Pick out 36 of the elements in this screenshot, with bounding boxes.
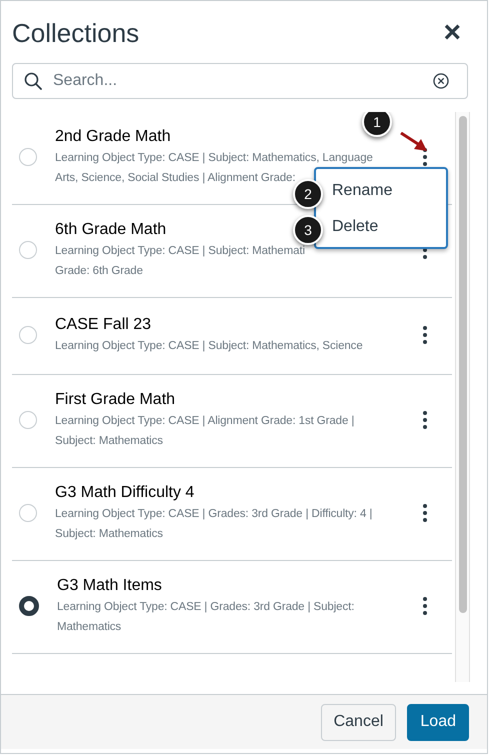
clear-icon[interactable] xyxy=(433,73,449,89)
collection-details: Subject: Mathematics xyxy=(55,527,163,542)
collection-title: 6th Grade Math xyxy=(55,220,166,240)
callout-badge: 1 xyxy=(362,112,392,137)
scrollbar[interactable] xyxy=(455,112,470,682)
collection-title: CASE Fall 23 xyxy=(55,315,152,335)
collection-details: Learning Object Type: CASE | Subject: Mathemati xyxy=(55,244,305,259)
collection-title: First Grade Math xyxy=(55,390,176,410)
more-options-icon[interactable] xyxy=(422,325,428,345)
collection-title: G3 Math Items xyxy=(57,576,162,596)
collection-details: Learning Object Type: CASE | Subject: Mathematics, Language xyxy=(55,151,373,166)
search-field[interactable]: Search... xyxy=(12,63,468,99)
collection-details: Learning Object Type: CASE | Subject: Mathematics, Science xyxy=(55,339,363,354)
collection-details: Learning Object Type: CASE | Grades: 3rd Grade | Subject: xyxy=(57,600,354,615)
load-button[interactable]: Load xyxy=(407,704,469,740)
collection-title: G3 Math Difficulty 4 xyxy=(55,483,194,503)
collection-title: 2nd Grade Math xyxy=(55,127,171,147)
collection-details: Learning Object Type: CASE | Grades: 3rd Grade | Difficulty: 4 | xyxy=(55,507,372,522)
search-icon xyxy=(24,72,42,90)
more-options-icon[interactable] xyxy=(422,596,428,616)
callout-badge: 3 xyxy=(293,215,323,245)
arrow xyxy=(400,132,428,152)
menu-item[interactable]: Delete xyxy=(328,209,382,245)
menu-item[interactable]: Rename xyxy=(328,173,396,209)
collection-details: Grade: 6th Grade xyxy=(55,264,143,279)
close-button[interactable]: × xyxy=(441,18,463,48)
callout-badge: 2 xyxy=(293,179,323,209)
radio-button[interactable] xyxy=(19,596,39,616)
collection-details: Mathematics xyxy=(57,620,122,635)
more-options-icon[interactable] xyxy=(422,503,428,523)
more-options-icon[interactable] xyxy=(422,410,428,430)
cancel-button[interactable]: Cancel xyxy=(320,704,396,740)
collection-details: Learning Object Type: CASE | Alignment Grade: 1st Grade | xyxy=(55,414,354,429)
dialog-title: Collections xyxy=(12,18,140,48)
collection-details: Arts, Science, Social Studies | Alignment Grade: xyxy=(55,171,296,186)
collection-details: Subject: Mathematics xyxy=(55,434,163,449)
